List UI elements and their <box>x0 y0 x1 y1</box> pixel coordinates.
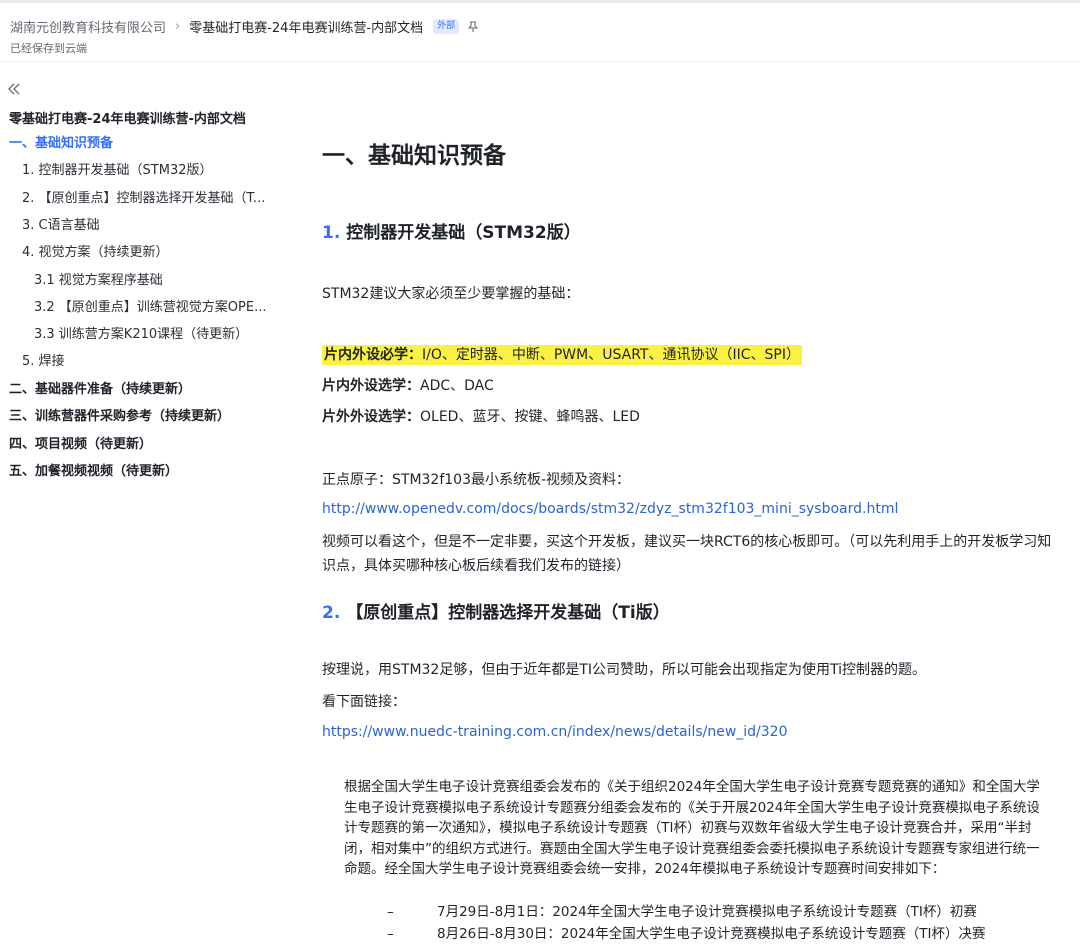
optional-external-label: 片外外设选学： <box>322 409 420 425</box>
outline-item-vision-openmv[interactable]: 3.2 【原创重点】训练营视觉方案OPE... <box>34 299 267 317</box>
optional-external-line: 片外外设选学：OLED、蓝牙、按键、蜂鸣器、LED <box>322 407 640 427</box>
outline-item-basics[interactable]: 一、基础知识预备 <box>9 135 113 153</box>
heading-text: 【原创重点】控制器选择开发基础（Ti版） <box>346 603 670 623</box>
double-chevron-left-icon[interactable] <box>6 82 22 96</box>
outline-item-project-video[interactable]: 四、项目视频（待更新） <box>9 436 152 454</box>
heading-basics: 一、基础知识预备 <box>322 143 506 169</box>
heading-ti: 2. 【原创重点】控制器选择开发基础（Ti版） <box>322 598 670 623</box>
outline-title: 零基础打电赛-24年电赛训练营-内部文档 <box>9 112 246 127</box>
outline-item-vision-basics[interactable]: 3.1 视觉方案程序基础 <box>34 272 163 290</box>
save-status: 已经保存到云端 <box>10 42 87 55</box>
bullet-dash: – <box>387 926 394 942</box>
must-learn-label: 片内外设必学： <box>324 347 422 363</box>
must-learn-line: 片内外设必学：I/O、定时器、中断、PWM、USART、通讯协议（IIC、SPI… <box>322 345 802 365</box>
heading-number: 1. <box>322 223 341 243</box>
breadcrumb-document-title[interactable]: 零基础打电赛-24年电赛训练营-内部文档 <box>189 17 423 36</box>
outline-item-components[interactable]: 二、基础器件准备（持续更新） <box>9 381 191 399</box>
ti-paragraph: 按理说，用STM32足够，但由于近年都是TI公司赞助，所以可能会出现指定为使用T… <box>322 662 927 678</box>
stm32-intro: STM32建议大家必须至少要掌握的基础： <box>322 286 580 302</box>
sidebar-outline: 零基础打电赛-24年电赛训练营-内部文档 一、基础知识预备 1. 控制器开发基础… <box>0 62 275 950</box>
highlighted-text: 片内外设必学：I/O、定时器、中断、PWM、USART、通讯协议（IIC、SPI… <box>322 345 802 365</box>
optional-internal-text: ADC、DAC <box>420 378 494 394</box>
bullet-dash: – <box>387 904 394 920</box>
heading-text: 控制器开发基础（STM32版） <box>346 223 581 243</box>
see-link-label: 看下面链接： <box>322 694 406 710</box>
optional-internal-line: 片内外设选学：ADC、DAC <box>322 376 494 396</box>
heading-number: 2. <box>322 603 341 623</box>
optional-internal-label: 片内外设选学： <box>322 378 420 394</box>
breadcrumb-separator: › <box>175 19 181 34</box>
external-badge: 外部 <box>433 19 460 34</box>
breadcrumb: 湖南元创教育科技有限公司 › 零基础打电赛-24年电赛训练营-内部文档 外部 <box>10 17 479 36</box>
atom-line: 正点原子：STM32f103最小系统板-视频及资料： <box>322 472 631 488</box>
outline-item-extra-video[interactable]: 五、加餐视频视频（待更新） <box>9 463 178 481</box>
schedule-text: 8月26日-8月30日：2024年全国大学生电子设计竞赛模拟电子系统设计专题赛（… <box>437 926 986 942</box>
top-bar: 湖南元创教育科技有限公司 › 零基础打电赛-24年电赛训练营-内部文档 外部 已… <box>0 0 1080 62</box>
breadcrumb-workspace[interactable]: 湖南元创教育科技有限公司 <box>10 17 166 36</box>
outline-item-c-language[interactable]: 3. C语言基础 <box>22 217 100 235</box>
outline-item-soldering[interactable]: 5. 焊接 <box>22 353 65 371</box>
outline-item-stm32[interactable]: 1. 控制器开发基础（STM32版） <box>22 162 213 180</box>
schedule-text: 7月29日-8月1日：2024年全国大学生电子设计竞赛模拟电子系统设计专题赛（T… <box>437 904 977 920</box>
quoted-notice: 根据全国大学生电子设计竞赛组委会发布的《关于组织2024年全国大学生电子设计竞赛… <box>344 779 1040 877</box>
outline-item-ti[interactable]: 2. 【原创重点】控制器选择开发基础（T... <box>22 190 265 208</box>
outline-item-vision-k210[interactable]: 3.3 训练营方案K210课程（待更新） <box>34 326 248 344</box>
outline-item-vision[interactable]: 4. 视觉方案（持续更新） <box>22 244 169 262</box>
heading-stm32: 1. 控制器开发基础（STM32版） <box>322 218 581 243</box>
openedv-link[interactable]: http://www.openedv.com/docs/boards/stm32… <box>322 499 898 519</box>
optional-external-text: OLED、蓝牙、按键、蜂鸣器、LED <box>420 409 640 425</box>
pin-icon[interactable] <box>468 20 479 33</box>
must-learn-text: I/O、定时器、中断、PWM、USART、通讯协议（IIC、SPI） <box>422 347 800 363</box>
outline-item-purchase[interactable]: 三、训练营器件采购参考（持续更新） <box>9 408 230 426</box>
advice-paragraph: 视频可以看这个，但是不一定非要，买这个开发板，建议买一块RCT6的核心板即可。（… <box>322 534 1052 574</box>
nuedc-link[interactable]: https://www.nuedc-training.com.cn/index/… <box>322 722 788 742</box>
